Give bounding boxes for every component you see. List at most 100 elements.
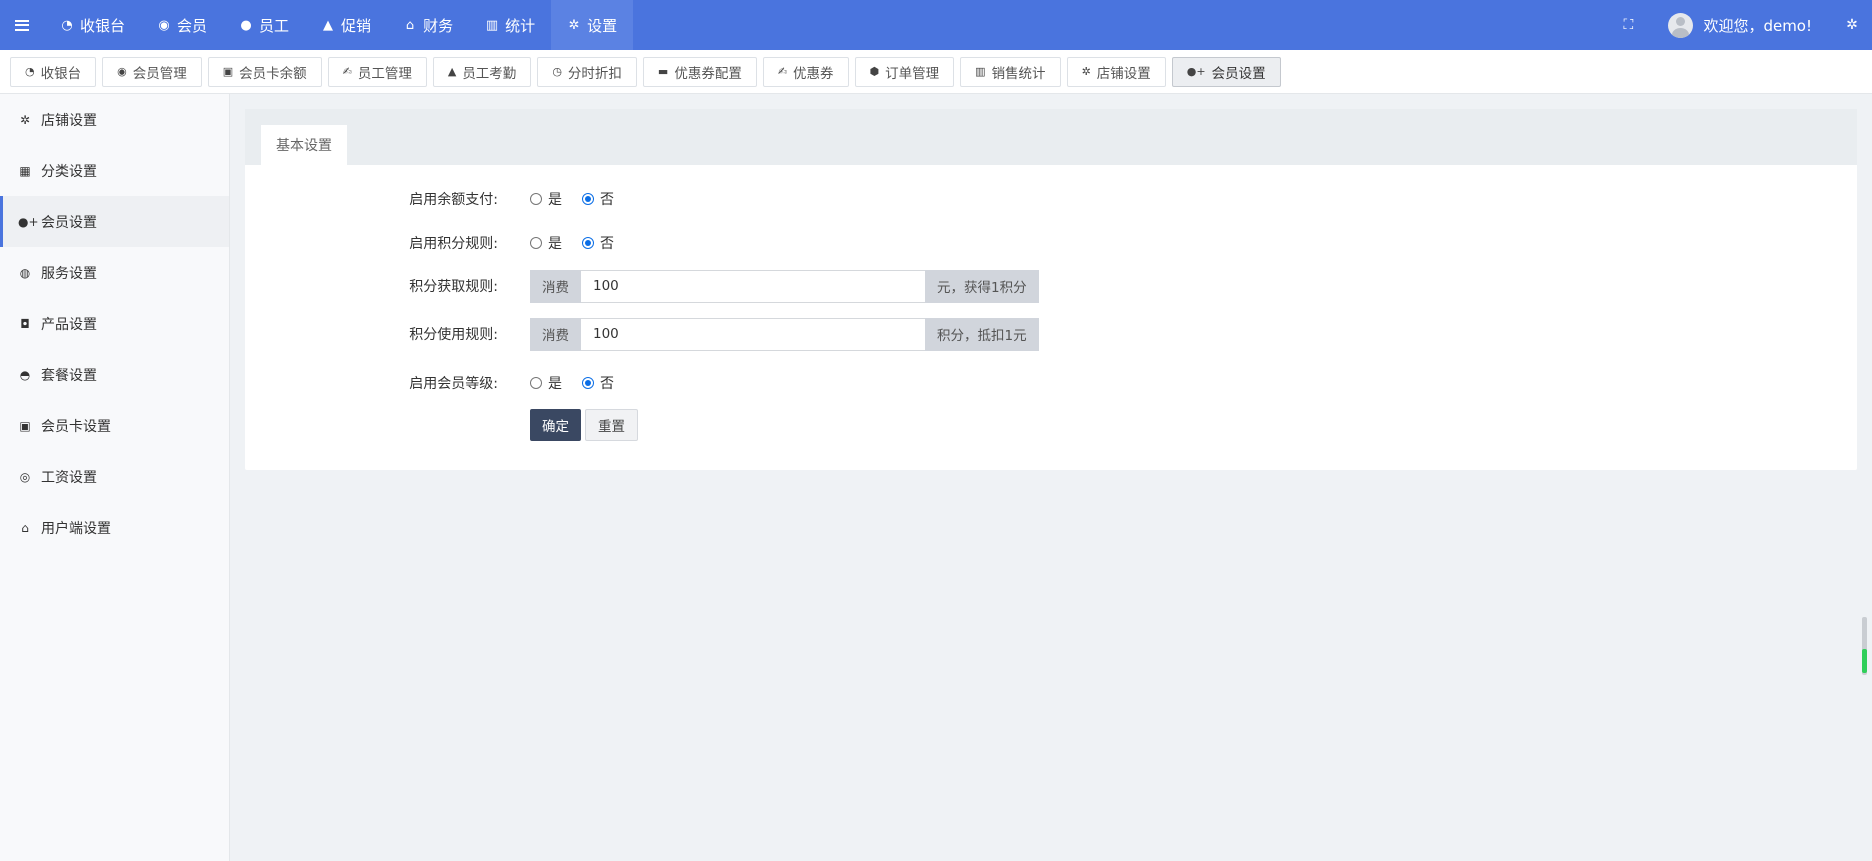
- tab-order-management[interactable]: ⬢ 订单管理: [854, 56, 955, 87]
- scroll-indicator[interactable]: [1862, 617, 1867, 675]
- tab-staff-attendance[interactable]: ▲ 员工考勤: [432, 56, 532, 87]
- radio-label: 否: [600, 192, 614, 208]
- member-level-yes-option[interactable]: 是: [530, 373, 562, 393]
- sidebar-item-label: 产品设置: [41, 316, 97, 333]
- sidebar-item-service-settings[interactable]: ◍ 服务设置: [0, 247, 229, 298]
- tab-cashier[interactable]: ◔ 收银台: [10, 56, 97, 87]
- gear-icon: ✲: [1081, 65, 1091, 78]
- sidebar-item-card-settings[interactable]: ▣ 会员卡设置: [0, 400, 229, 451]
- cube-icon: ⬢: [869, 65, 880, 78]
- sidebar-item-shop-settings[interactable]: ✲ 店铺设置: [0, 94, 229, 145]
- tab-label: 员工管理: [357, 65, 412, 82]
- bar-chart-icon: ▥: [485, 17, 499, 33]
- sidebar-item-category-settings[interactable]: ▦ 分类设置: [0, 145, 229, 196]
- tab-time-discount[interactable]: ◷ 分时折扣: [537, 56, 637, 87]
- balance-pay-row: 启用余额支付: 是 否: [245, 182, 1857, 216]
- tab-coupon[interactable]: ✍ 优惠券: [762, 56, 849, 87]
- nav-item-member[interactable]: ◉ 会员: [141, 0, 223, 50]
- bank-icon: ⌂: [21, 520, 29, 535]
- nav-item-cashier[interactable]: ◔ 收银台: [44, 0, 141, 50]
- top-navbar: ◔ 收银台 ◉ 会员 ● 员工 ▲ 促销 ⌂ 财务 ▥ 统计 ✲ 设置 ⛶ 欢迎…: [0, 0, 1872, 50]
- bell-icon: ▲: [323, 17, 334, 33]
- sidebar-item-product-settings[interactable]: ◘ 产品设置: [0, 298, 229, 349]
- nav-item-label: 统计: [505, 16, 536, 35]
- nav-item-promotion[interactable]: ▲ 促销: [305, 0, 387, 50]
- tab-label: 员工考勤: [462, 65, 517, 82]
- hamburger-icon: [15, 19, 29, 31]
- tab-sales-statistics[interactable]: ▥ 销售统计: [960, 56, 1061, 87]
- points-use-prefix: 消费: [530, 317, 581, 351]
- points-use-input[interactable]: 100: [581, 317, 925, 351]
- nav-item-label: 财务: [423, 16, 454, 35]
- tab-basic-settings[interactable]: 基本设置: [261, 125, 347, 165]
- avatar: [1668, 12, 1694, 38]
- sidebar-item-label: 用户端设置: [41, 520, 111, 537]
- calculator-icon: ▦: [19, 163, 31, 178]
- sidebar-item-member-settings[interactable]: ●+ 会员设置: [0, 196, 229, 247]
- sidebar-item-label: 套餐设置: [41, 367, 97, 384]
- sidebar: ✲ 店铺设置 ▦ 分类设置 ●+ 会员设置 ◍ 服务设置 ◘ 产品设置 ◓ 套餐…: [0, 94, 230, 861]
- tab-shop-settings[interactable]: ✲ 店铺设置: [1066, 56, 1166, 87]
- tab-member-management[interactable]: ◉ 会员管理: [102, 56, 202, 87]
- points-rule-no-radio[interactable]: [582, 237, 594, 249]
- chrome-icon: ◎: [19, 469, 31, 484]
- cogs-icon[interactable]: ✲: [1832, 17, 1872, 33]
- nav-item-label: 员工: [259, 16, 290, 35]
- user-plus-icon: ●+: [18, 214, 39, 229]
- tab-coupon-config[interactable]: ▬ 优惠券配置: [642, 56, 757, 87]
- tab-label: 优惠券: [793, 65, 834, 82]
- sidebar-item-label: 会员设置: [41, 214, 97, 231]
- gear-icon: ✲: [19, 112, 31, 127]
- tab-label: 会员卡余额: [239, 65, 307, 82]
- sidebar-item-client-settings[interactable]: ⌂ 用户端设置: [0, 502, 229, 553]
- points-rule-yes-option[interactable]: 是: [530, 233, 562, 253]
- balance-pay-yes-option[interactable]: 是: [530, 189, 562, 209]
- points-earn-input-group: 消费 100 元，获得1积分: [530, 269, 1039, 303]
- cogs-icon: ✲: [568, 17, 580, 33]
- points-use-input-group: 消费 100 积分，抵扣1元: [530, 317, 1039, 351]
- points-rule-yes-radio[interactable]: [530, 237, 542, 249]
- menu-toggle-button[interactable]: [0, 0, 44, 50]
- points-use-suffix: 积分，抵扣1元: [925, 317, 1039, 351]
- confirm-button[interactable]: 确定: [530, 409, 581, 441]
- tab-member-settings[interactable]: ●+ 会员设置: [1171, 56, 1281, 87]
- nav-item-label: 设置: [587, 16, 618, 35]
- card-tab-label: 基本设置: [276, 138, 332, 154]
- nav-item-finance[interactable]: ⌂ 财务: [387, 0, 469, 50]
- sidebar-item-salary-settings[interactable]: ◎ 工资设置: [0, 451, 229, 502]
- points-rule-no-option[interactable]: 否: [582, 233, 614, 253]
- fullscreen-icon[interactable]: ⛶: [1608, 17, 1648, 33]
- user-menu[interactable]: 欢迎您，demo!: [1648, 12, 1832, 38]
- nav-item-settings[interactable]: ✲ 设置: [551, 0, 634, 50]
- radio-label: 是: [548, 376, 562, 392]
- user-plus-icon: ●+: [1186, 65, 1206, 78]
- bell-icon: ▲: [447, 65, 457, 78]
- nav-item-label: 会员: [177, 16, 208, 35]
- member-level-no-option[interactable]: 否: [582, 373, 614, 393]
- shopping-bag-icon: ◘: [20, 316, 30, 331]
- nav-item-staff[interactable]: ● 员工: [223, 0, 305, 50]
- balance-pay-no-option[interactable]: 否: [582, 189, 614, 209]
- tab-card-balance[interactable]: ▣ 会员卡余额: [207, 56, 322, 87]
- handshake-icon: ✍: [777, 65, 788, 78]
- tab-staff-management[interactable]: ✍ 员工管理: [327, 56, 427, 87]
- balance-pay-yes-radio[interactable]: [530, 193, 542, 205]
- reset-button[interactable]: 重置: [585, 409, 638, 441]
- member-level-yes-radio[interactable]: [530, 377, 542, 389]
- welcome-text: 欢迎您，demo!: [1703, 16, 1812, 35]
- chevron-circle-up-icon: ◓: [19, 367, 31, 382]
- member-level-no-radio[interactable]: [582, 377, 594, 389]
- tab-label: 会员设置: [1211, 65, 1266, 82]
- balance-pay-no-radio[interactable]: [582, 193, 594, 205]
- nav-item-statistics[interactable]: ▥ 统计: [469, 0, 551, 50]
- sidebar-item-package-settings[interactable]: ◓ 套餐设置: [0, 349, 229, 400]
- points-earn-input[interactable]: 100: [581, 269, 925, 303]
- sidebar-item-label: 分类设置: [41, 163, 97, 180]
- sidebar-item-label: 工资设置: [41, 469, 97, 486]
- radio-label: 是: [548, 236, 562, 252]
- tab-label: 订单管理: [885, 65, 940, 82]
- member-level-label: 启用会员等级:: [409, 376, 498, 392]
- settings-card: 基本设置 启用余额支付: 是 否 启用积分规则: 是 否 积分获取规则: 消费 …: [245, 109, 1857, 470]
- points-rule-label: 启用积分规则:: [409, 236, 498, 252]
- bar-chart-icon: ▥: [975, 65, 986, 78]
